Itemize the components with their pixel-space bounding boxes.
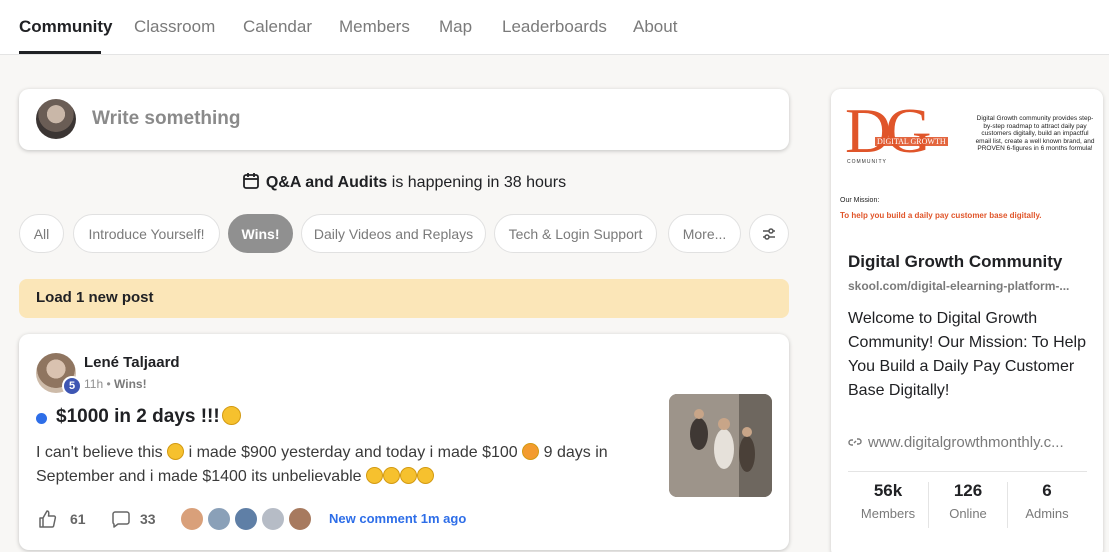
post-body: I can't believe this i made $900 yesterd… xyxy=(36,443,608,485)
post-card[interactable]: 5 Lené Taljaard 11h • Wins! $1000 in 2 d… xyxy=(19,334,789,550)
active-tab-indicator xyxy=(19,51,101,54)
group-logo: DG xyxy=(845,95,931,166)
event-name[interactable]: Q&A and Audits xyxy=(266,174,387,191)
tab-map[interactable]: Map xyxy=(439,17,472,37)
link-icon xyxy=(848,438,862,446)
commenter-avatar[interactable] xyxy=(179,506,205,532)
group-logo-subtitle: DIGITAL GROWTH xyxy=(875,137,948,146)
post-composer[interactable]: Write something xyxy=(19,89,789,150)
avatar xyxy=(36,99,76,139)
like-count: 61 xyxy=(70,511,86,527)
post-category[interactable]: Wins! xyxy=(114,377,147,391)
group-url: skool.com/digital-elearning-platform-... xyxy=(848,279,1070,293)
filter-chip-wins[interactable]: Wins! xyxy=(228,214,293,253)
tab-classroom[interactable]: Classroom xyxy=(134,17,215,37)
post-thumbnail[interactable] xyxy=(669,394,772,497)
post-title[interactable]: $1000 in 2 days !!! xyxy=(56,406,241,428)
sliders-icon xyxy=(763,227,775,240)
mission-label: Our Mission: xyxy=(840,197,880,204)
group-banner: DG DIGITAL GROWTH COMMUNITY Digital Grow… xyxy=(831,89,1103,234)
commenter-avatar[interactable] xyxy=(287,506,313,532)
comment-count: 33 xyxy=(140,511,156,527)
stat-members[interactable]: 56k Members xyxy=(848,481,928,521)
filter-settings-button[interactable] xyxy=(749,214,789,253)
scream-emoji-icon xyxy=(366,467,384,484)
celebration-gif-image xyxy=(669,394,772,497)
comment-icon[interactable] xyxy=(110,510,132,530)
filter-chip-tech-support[interactable]: Tech & Login Support xyxy=(494,214,657,253)
commenter-avatar[interactable] xyxy=(206,506,232,532)
mission-text: To help you build a daily pay customer b… xyxy=(840,211,1042,220)
group-website-link[interactable]: www.digitalgrowthmonthly.c... xyxy=(848,434,1064,451)
load-new-post-button[interactable]: Load 1 new post xyxy=(19,279,789,318)
scream-emoji-icon xyxy=(383,467,401,484)
divider xyxy=(848,471,1087,472)
stat-online[interactable]: 126 Online xyxy=(928,481,1008,521)
star-struck-emoji-icon xyxy=(522,443,540,460)
commenter-avatar[interactable] xyxy=(233,506,259,532)
group-sidebar: DG DIGITAL GROWTH COMMUNITY Digital Grow… xyxy=(831,89,1103,552)
filter-chip-more[interactable]: More... xyxy=(668,214,741,253)
scream-emoji-icon xyxy=(400,467,418,484)
filter-chip-daily-videos[interactable]: Daily Videos and Replays xyxy=(301,214,486,253)
new-comment-link[interactable]: New comment 1m ago xyxy=(329,511,466,526)
scream-emoji-icon xyxy=(417,467,435,484)
post-author[interactable]: Lené Taljaard xyxy=(84,354,180,371)
post-meta: 11h • Wins! xyxy=(84,377,147,391)
tab-about[interactable]: About xyxy=(633,17,677,37)
composer-placeholder[interactable]: Write something xyxy=(92,108,241,130)
commenter-avatar[interactable] xyxy=(260,506,286,532)
group-description: Welcome to Digital Growth Community! Our… xyxy=(848,310,1086,399)
banner-text: Digital Growth community provides step-b… xyxy=(975,115,1095,152)
tab-calendar[interactable]: Calendar xyxy=(243,17,312,37)
level-badge: 5 xyxy=(62,376,82,396)
top-nav: Community Classroom Calendar Members Map… xyxy=(0,0,1109,55)
upcoming-event[interactable]: Q&A and Audits is happening in 38 hours xyxy=(0,172,808,192)
tab-community[interactable]: Community xyxy=(19,17,113,37)
calendar-icon xyxy=(242,173,259,189)
like-icon[interactable] xyxy=(36,508,58,530)
filter-chip-introduce-yourself[interactable]: Introduce Yourself! xyxy=(73,214,220,253)
tab-members[interactable]: Members xyxy=(339,17,410,37)
scream-emoji-icon xyxy=(221,406,241,425)
stat-admins[interactable]: 6 Admins xyxy=(1007,481,1087,521)
unread-dot xyxy=(36,413,47,424)
crazy-face-emoji-icon xyxy=(167,443,185,460)
group-logo-community: COMMUNITY xyxy=(847,159,887,165)
event-time: is happening in 38 hours xyxy=(391,174,567,191)
filter-chip-all[interactable]: All xyxy=(19,214,64,253)
group-name: Digital Growth Community xyxy=(848,252,1063,271)
tab-leaderboards[interactable]: Leaderboards xyxy=(502,17,607,37)
